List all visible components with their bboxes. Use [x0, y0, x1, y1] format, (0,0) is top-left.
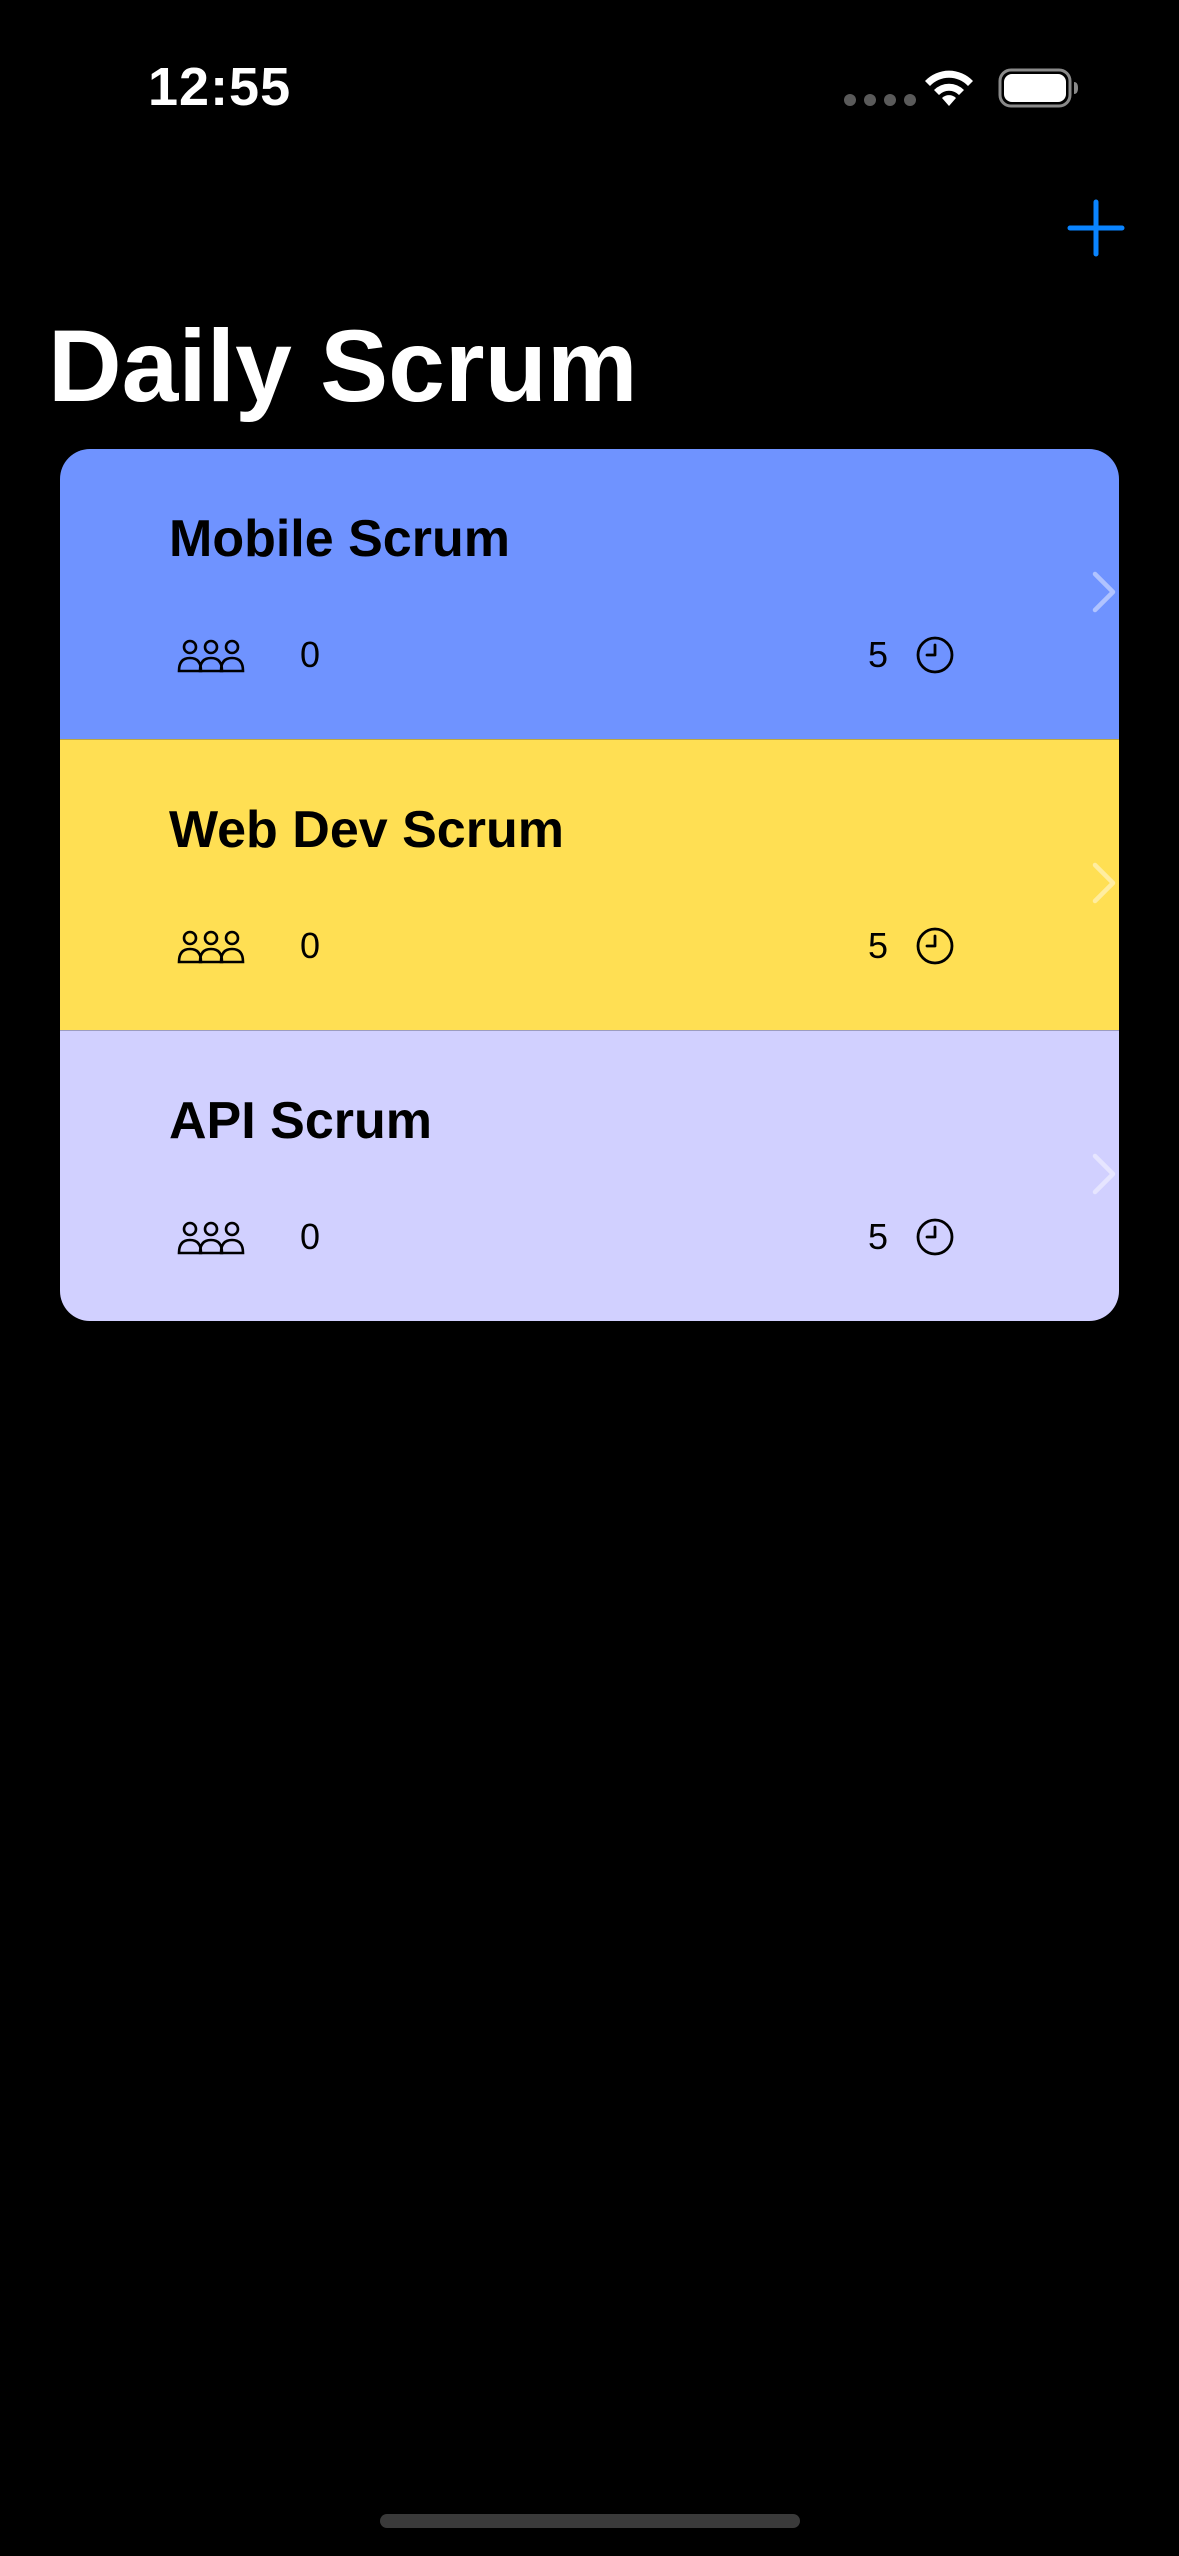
people-icon	[177, 1221, 245, 1255]
chevron-right-icon	[1092, 1153, 1116, 1195]
clock-icon	[916, 927, 954, 965]
chevron-right-icon	[1092, 571, 1116, 613]
meeting-minutes: 5	[868, 925, 889, 966]
page-title: Daily Scrum	[48, 309, 638, 423]
attendee-count: 0	[300, 1216, 321, 1257]
wifi-icon	[925, 70, 973, 106]
clock-icon	[916, 1218, 954, 1256]
people-icon	[177, 639, 245, 673]
home-indicator[interactable]	[380, 2514, 800, 2528]
scrum-list: Mobile Scrum 0 5 Web Dev Scrum 0 5 API S…	[60, 449, 1119, 1321]
people-icon	[177, 930, 245, 964]
scrum-title: Mobile Scrum	[169, 510, 510, 568]
battery-icon	[998, 68, 1078, 108]
scrum-title: Web Dev Scrum	[169, 801, 564, 859]
scrum-title: API Scrum	[169, 1092, 432, 1150]
meeting-minutes: 5	[868, 1216, 889, 1257]
attendee-count: 0	[300, 925, 321, 966]
status-time: 12:55	[148, 57, 292, 117]
clock-icon	[916, 636, 954, 674]
status-bar: 12:55	[0, 0, 1179, 170]
chevron-right-icon	[1092, 862, 1116, 904]
add-scrum-button[interactable]	[1064, 196, 1128, 260]
plus-icon	[1067, 199, 1125, 257]
scrum-row[interactable]: API Scrum 0 5	[60, 1030, 1119, 1321]
cellular-icon	[844, 94, 916, 106]
attendee-count: 0	[300, 634, 321, 675]
meeting-minutes: 5	[868, 634, 889, 675]
scrum-row[interactable]: Web Dev Scrum 0 5	[60, 739, 1119, 1030]
scrum-row[interactable]: Mobile Scrum 0 5	[60, 449, 1119, 739]
